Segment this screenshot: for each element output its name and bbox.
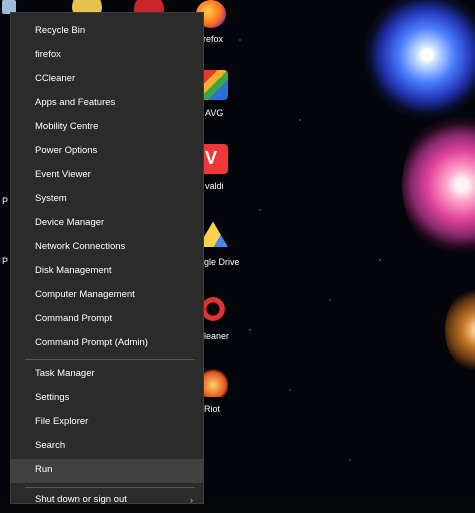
menu-item-label: firefox bbox=[35, 49, 61, 60]
menu-item-label: System bbox=[35, 193, 67, 204]
menu-item-task-manager[interactable]: Task Manager bbox=[11, 363, 203, 387]
menu-item-label: Command Prompt (Admin) bbox=[35, 337, 148, 348]
menu-item-network-connections[interactable]: Network Connections bbox=[11, 236, 203, 260]
menu-item-settings[interactable]: Settings bbox=[11, 387, 203, 411]
menu-item-shut-down-sign-out[interactable]: Shut down or sign out › bbox=[11, 489, 203, 513]
vivaldi-icon-glyph: V bbox=[205, 148, 218, 168]
menu-item-label: Mobility Centre bbox=[35, 121, 99, 132]
menu-item-system[interactable]: System bbox=[11, 188, 203, 212]
firework-orange bbox=[445, 285, 475, 375]
firework-pink bbox=[402, 110, 475, 260]
menu-item-label: Recycle Bin bbox=[35, 25, 86, 36]
menu-item-label: Network Connections bbox=[35, 241, 126, 252]
menu-item-label: Search bbox=[35, 440, 66, 451]
menu-item-event-viewer[interactable]: Event Viewer bbox=[11, 164, 203, 188]
menu-item-label: Computer Management bbox=[35, 289, 135, 300]
menu-item-ccleaner[interactable]: CCleaner bbox=[11, 68, 203, 92]
left-edge-text: P bbox=[2, 256, 9, 266]
menu-item-label: Command Prompt bbox=[35, 313, 113, 324]
menu-item-label: Device Manager bbox=[35, 217, 105, 228]
ccleaner-icon-label: leaner bbox=[204, 331, 230, 341]
left-edge-text: P bbox=[2, 196, 9, 206]
menu-item-computer-management[interactable]: Computer Management bbox=[11, 284, 203, 308]
menu-item-label: Apps and Features bbox=[35, 97, 116, 108]
menu-item-search[interactable]: Search bbox=[11, 435, 203, 459]
menu-item-recycle-bin[interactable]: Recycle Bin bbox=[11, 20, 203, 44]
menu-item-label: File Explorer bbox=[35, 416, 89, 427]
menu-item-label: Settings bbox=[35, 392, 70, 403]
winx-context-menu: Recycle Bin firefox CCleaner Apps and Fe… bbox=[10, 12, 204, 505]
menu-separator bbox=[25, 487, 195, 488]
menu-item-command-prompt[interactable]: Command Prompt bbox=[11, 308, 203, 332]
menu-item-mobility-centre[interactable]: Mobility Centre bbox=[11, 116, 203, 140]
google-drive-icon-label: gle Drive bbox=[204, 257, 240, 267]
menu-item-apps-features[interactable]: Apps and Features bbox=[11, 92, 203, 116]
chevron-right-icon: › bbox=[190, 495, 193, 505]
menu-item-label: Event Viewer bbox=[35, 169, 91, 180]
menu-item-file-explorer[interactable]: File Explorer bbox=[11, 411, 203, 435]
menu-item-command-prompt-admin[interactable]: Command Prompt (Admin) bbox=[11, 332, 203, 356]
menu-item-label: Power Options bbox=[35, 145, 98, 156]
menu-item-label: CCleaner bbox=[35, 73, 76, 84]
firefox-icon-label: refox bbox=[203, 34, 224, 44]
menu-item-label: Task Manager bbox=[35, 368, 95, 379]
menu-item-run[interactable]: Run bbox=[11, 459, 203, 483]
menu-item-device-manager[interactable]: Device Manager bbox=[11, 212, 203, 236]
riot-icon-label: Riot bbox=[204, 404, 221, 414]
firework-blue bbox=[362, 0, 475, 120]
menu-item-firefox[interactable]: firefox bbox=[11, 44, 203, 68]
vivaldi-icon-label: valdi bbox=[205, 181, 224, 191]
menu-item-disk-management[interactable]: Disk Management bbox=[11, 260, 203, 284]
avg-icon-label: AVG bbox=[205, 108, 224, 118]
menu-item-label: Run bbox=[35, 464, 53, 475]
menu-separator bbox=[25, 359, 195, 360]
menu-item-power-options[interactable]: Power Options bbox=[11, 140, 203, 164]
menu-item-label: Disk Management bbox=[35, 265, 112, 276]
